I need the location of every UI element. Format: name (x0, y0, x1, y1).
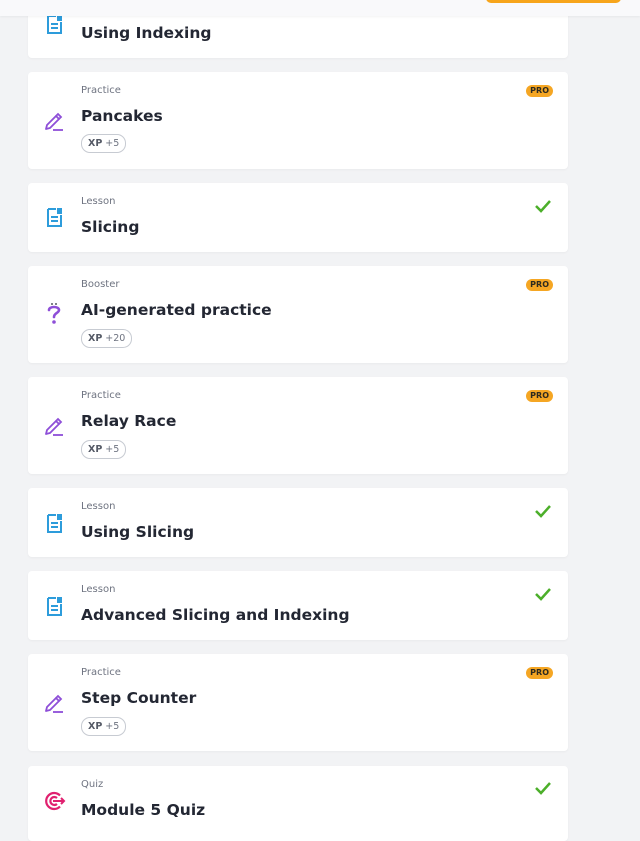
xp-badge: XP +5 (81, 717, 127, 736)
xp-badge: XP +5 (81, 134, 127, 153)
xp-value: +20 (105, 333, 126, 344)
target-icon (42, 789, 66, 813)
list-item[interactable]: Lesson Advanced Slicing and Indexing (28, 571, 568, 640)
question-icon (42, 302, 66, 326)
lesson-icon (42, 594, 66, 618)
pencil-icon (42, 108, 66, 132)
completed-check-icon (533, 780, 553, 796)
pro-badge: PRO (526, 390, 553, 402)
item-title: Using Slicing (81, 523, 195, 541)
list-item[interactable]: Practice Step Counter XP +5 PRO (28, 654, 568, 751)
item-title: Advanced Slicing and Indexing (81, 606, 350, 624)
list-item[interactable]: Quiz Module 5 Quiz (28, 766, 568, 841)
topbar-action-button[interactable] (486, 0, 621, 3)
xp-value: +5 (105, 444, 120, 455)
item-type: Booster (81, 279, 120, 290)
lesson-icon (42, 511, 66, 535)
list-item[interactable]: Practice Pancakes XP +5 PRO (28, 72, 568, 169)
pro-badge: PRO (526, 667, 553, 679)
completed-check-icon (533, 198, 553, 214)
list-item[interactable]: Lesson Using Slicing (28, 488, 568, 557)
list-item[interactable]: Booster AI-generated practice XP +20 PRO (28, 266, 568, 363)
item-type: Practice (81, 85, 121, 96)
item-type: Lesson (81, 501, 116, 512)
pro-badge: PRO (526, 279, 553, 291)
item-title: Pancakes (81, 107, 163, 125)
item-type: Practice (81, 390, 121, 401)
completed-check-icon (533, 503, 553, 519)
xp-badge: XP +20 (81, 329, 133, 348)
top-bar (0, 0, 640, 16)
completed-check-icon (533, 586, 553, 602)
list-item[interactable]: Practice Relay Race XP +5 PRO (28, 377, 568, 474)
item-title: AI-generated practice (81, 301, 272, 319)
item-type: Quiz (81, 779, 104, 790)
list-item[interactable]: Lesson Slicing (28, 183, 568, 252)
xp-badge: XP +5 (81, 440, 127, 459)
pro-badge: PRO (526, 85, 553, 97)
xp-value: +5 (105, 138, 120, 149)
xp-label: XP (88, 138, 103, 149)
xp-value: +5 (105, 721, 120, 732)
item-title: Module 5 Quiz (81, 801, 206, 819)
item-title: Relay Race (81, 412, 177, 430)
item-title: Step Counter (81, 689, 197, 707)
xp-label: XP (88, 333, 103, 344)
pencil-icon (42, 690, 66, 714)
item-type: Lesson (81, 584, 116, 595)
item-type: Practice (81, 667, 121, 678)
pencil-icon (42, 413, 66, 437)
item-type: Lesson (81, 196, 116, 207)
item-title: Using Indexing (81, 24, 212, 42)
item-title: Slicing (81, 218, 140, 236)
xp-label: XP (88, 721, 103, 732)
xp-label: XP (88, 444, 103, 455)
lesson-icon (42, 205, 66, 229)
